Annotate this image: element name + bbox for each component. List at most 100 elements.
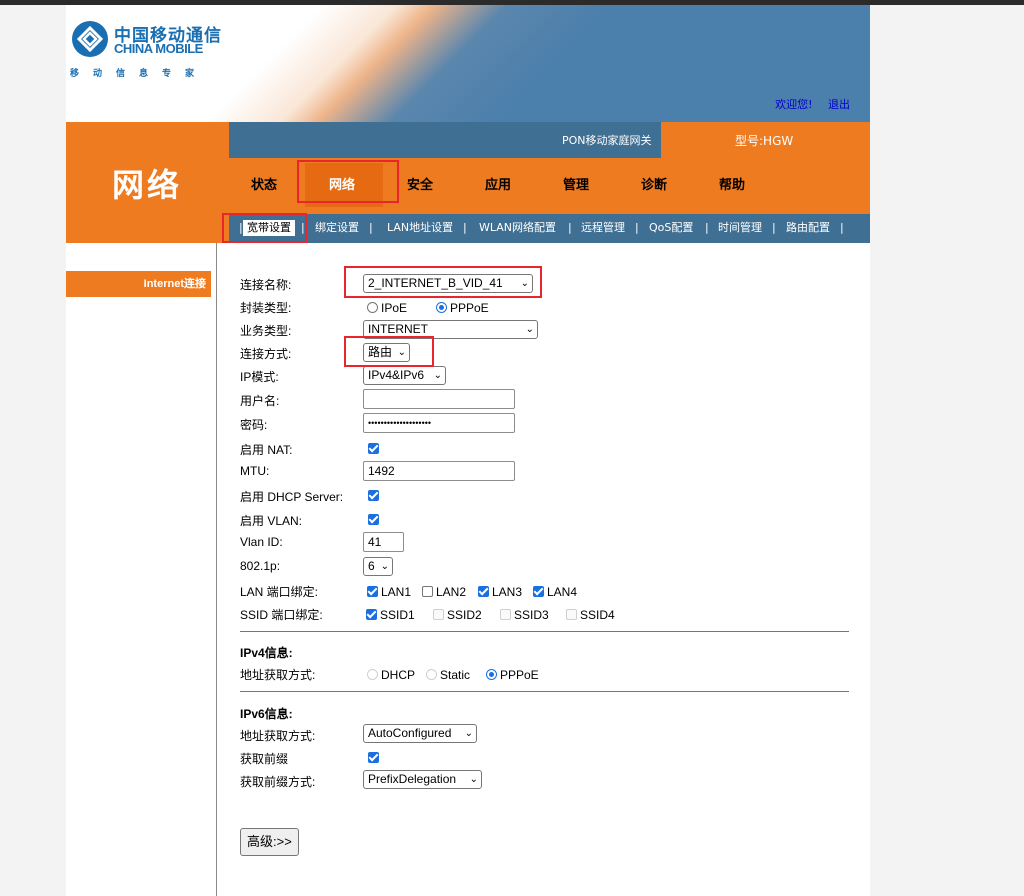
p8021-label: 802.1p:: [240, 559, 281, 573]
nat-option[interactable]: [368, 441, 379, 455]
sub-nav-separator: |: [463, 221, 467, 234]
ssid3-checkbox[interactable]: [500, 609, 511, 621]
lan1-option[interactable]: LAN1: [367, 584, 411, 599]
highlight-conn-name: [344, 266, 542, 298]
page-title: 网络: [112, 166, 183, 204]
ipv4-static-label: Static: [440, 667, 471, 682]
ipv4-method-label: 地址获取方式:: [240, 668, 316, 682]
sub-nav-lan[interactable]: LAN地址设置: [387, 220, 453, 236]
sidebar-item-internet[interactable]: Internet连接: [66, 271, 211, 297]
sub-nav-binding[interactable]: 绑定设置: [315, 220, 359, 236]
welcome-text: 欢迎您!: [775, 98, 813, 111]
p8021-value: 6: [368, 559, 375, 573]
sub-nav: | 宽带设置 | 绑定设置 | LAN地址设置 | WLAN网络配置 | 远程管…: [229, 214, 870, 243]
ipv4-pppoe-option[interactable]: PPPoE: [486, 667, 539, 682]
ipv6-title: IPv6信息:: [240, 707, 293, 721]
conn-name-label: 连接名称:: [240, 278, 292, 292]
logo-slogan: 移动信息专家: [70, 69, 209, 79]
sub-nav-route[interactable]: 路由配置: [786, 220, 830, 236]
sub-nav-qos[interactable]: QoS配置: [649, 220, 693, 236]
service-label: 业务类型:: [240, 324, 292, 338]
sub-nav-separator: |: [705, 221, 709, 234]
vlan-checkbox[interactable]: [368, 514, 379, 526]
nat-checkbox[interactable]: [368, 443, 379, 455]
ipv6-method-select[interactable]: AutoConfigured ⌄: [363, 724, 477, 743]
prefix-checkbox[interactable]: [368, 752, 379, 764]
tab-help[interactable]: 帮助: [697, 174, 767, 193]
prefix-method-select[interactable]: PrefixDelegation ⌄: [363, 770, 482, 789]
ipoe-label: IPoE: [381, 300, 408, 315]
lan1-checkbox[interactable]: [367, 586, 378, 598]
password-label: 密码:: [240, 418, 268, 432]
chevron-down-icon: ⌄: [469, 774, 478, 785]
product-info-bar: PON移动家庭网关 型号:HGW: [229, 122, 870, 158]
encap-pppoe-option[interactable]: PPPoE: [436, 300, 489, 315]
mtu-label: MTU:: [240, 464, 270, 478]
lan4-checkbox[interactable]: [533, 586, 544, 598]
vlan-id-input[interactable]: 41: [363, 532, 404, 552]
sub-nav-remote[interactable]: 远程管理: [581, 220, 625, 236]
tab-diagnostics[interactable]: 诊断: [619, 174, 689, 193]
conn-mode-label: 连接方式:: [240, 347, 292, 361]
highlight-conn-mode: [344, 336, 434, 367]
lan-bind-label: LAN 端口绑定:: [240, 585, 319, 599]
chevron-down-icon: ⌄: [380, 561, 389, 572]
ssid2-option[interactable]: SSID2: [433, 607, 482, 622]
lan2-option[interactable]: LAN2: [422, 584, 466, 599]
ipv4-dhcp-option[interactable]: DHCP: [367, 667, 415, 682]
sub-nav-time[interactable]: 时间管理: [718, 220, 762, 236]
sub-nav-separator: |: [568, 221, 572, 234]
dhcp-server-option[interactable]: [368, 488, 379, 502]
encap-ipoe-option[interactable]: IPoE: [367, 300, 407, 315]
ipv4-static-radio[interactable]: [426, 669, 437, 681]
prefix-method-label: 获取前缀方式:: [240, 775, 316, 789]
ssid4-label: SSID4: [580, 607, 615, 622]
lan4-option[interactable]: LAN4: [533, 584, 577, 599]
advanced-button[interactable]: 高级:>>: [240, 828, 299, 856]
dhcp-server-checkbox[interactable]: [368, 490, 379, 502]
tab-application[interactable]: 应用: [463, 174, 533, 193]
china-mobile-logo-icon: [72, 21, 108, 57]
ssid2-checkbox[interactable]: [433, 609, 444, 621]
vlan-label: 启用 VLAN:: [240, 514, 303, 528]
ssid1-label: SSID1: [380, 607, 415, 622]
ip-mode-select[interactable]: IPv4&IPv6 ⌄: [363, 366, 446, 385]
encap-label: 封装类型:: [240, 301, 292, 315]
ssid4-option[interactable]: SSID4: [566, 607, 615, 622]
password-input[interactable]: ••••••••••••••••••••: [363, 413, 515, 433]
p8021-select[interactable]: 6 ⌄: [363, 557, 393, 576]
ipv4-dhcp-radio[interactable]: [367, 669, 378, 681]
prefix-option[interactable]: [368, 750, 379, 764]
sub-nav-separator: |: [369, 221, 373, 234]
mtu-input[interactable]: 1492: [363, 461, 515, 481]
section-divider: [240, 631, 849, 632]
ssid3-option[interactable]: SSID3: [500, 607, 549, 622]
vlan-option[interactable]: [368, 512, 379, 526]
lan3-option[interactable]: LAN3: [478, 584, 522, 599]
header-banner: 中国移动通信 CHINA MOBILE 移动信息专家 欢迎您! 退出: [66, 5, 870, 122]
tab-status[interactable]: 状态: [229, 174, 299, 193]
username-input[interactable]: [363, 389, 515, 409]
sub-nav-separator: |: [840, 221, 844, 234]
lan4-label: LAN4: [547, 584, 578, 599]
logout-link[interactable]: 退出: [828, 98, 850, 111]
highlight-network-tab: [297, 160, 399, 203]
ipv4-static-option[interactable]: Static: [426, 667, 470, 682]
ipv4-dhcp-label: DHCP: [381, 667, 416, 682]
lan2-checkbox[interactable]: [422, 586, 433, 598]
sub-nav-wlan[interactable]: WLAN网络配置: [479, 220, 556, 236]
pppoe-radio[interactable]: [436, 302, 447, 314]
ipv4-pppoe-label: PPPoE: [500, 667, 539, 682]
ipoe-radio[interactable]: [367, 302, 378, 314]
ipv4-pppoe-radio[interactable]: [486, 669, 497, 681]
lan3-checkbox[interactable]: [478, 586, 489, 598]
chevron-down-icon: ⌄: [464, 728, 473, 739]
ssid1-checkbox[interactable]: [366, 609, 377, 621]
ssid4-checkbox[interactable]: [566, 609, 577, 621]
tab-management[interactable]: 管理: [541, 174, 611, 193]
ipv6-method-value: AutoConfigured: [368, 726, 452, 740]
ssid1-option[interactable]: SSID1: [366, 607, 415, 622]
sidebar-divider: [216, 243, 217, 896]
ip-mode-value: IPv4&IPv6: [368, 368, 425, 382]
ip-mode-label: IP模式:: [240, 370, 279, 384]
